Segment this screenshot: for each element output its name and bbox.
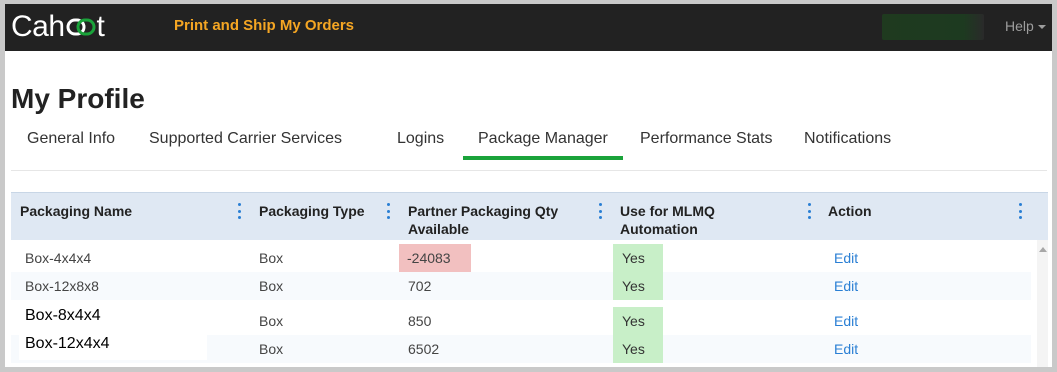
column-header-packaging-type[interactable]: Packaging Type bbox=[259, 202, 379, 220]
profile-tabs: General Info Supported Carrier Services … bbox=[5, 124, 1052, 172]
caret-down-icon bbox=[1037, 25, 1046, 30]
cell-mlmq: Yes bbox=[613, 272, 663, 300]
cell-packaging-name: Box-12x8x8 bbox=[25, 278, 99, 294]
table-row[interactable]: Box-4x4x4 Box -24083 Yes Edit bbox=[11, 244, 1031, 272]
edit-link[interactable]: Edit bbox=[834, 335, 858, 363]
tab-supported-carrier-services[interactable]: Supported Carrier Services bbox=[149, 130, 342, 148]
column-header-action[interactable]: Action bbox=[828, 202, 948, 220]
grid-header: Packaging Name Packaging Type Partner Pa… bbox=[11, 192, 1048, 240]
kebab-vertical-icon[interactable] bbox=[383, 203, 393, 219]
tab-notifications[interactable]: Notifications bbox=[804, 130, 891, 148]
active-tab-indicator bbox=[463, 156, 623, 160]
cell-packaging-name: Box-12x4x4 bbox=[25, 335, 110, 352]
link-chain-icon bbox=[66, 16, 96, 38]
edit-link[interactable]: Edit bbox=[834, 272, 858, 300]
column-header-partner-qty[interactable]: Partner Packaging Qty Available bbox=[408, 202, 578, 238]
cell-qty: 702 bbox=[408, 278, 432, 294]
column-header-mlmq-automation[interactable]: Use for MLMQ Automation bbox=[620, 202, 770, 238]
tab-package-manager[interactable]: Package Manager bbox=[478, 130, 608, 148]
cell-packaging-name: Box-8x4x4 bbox=[25, 307, 101, 324]
app-frame: Cah t Print and Ship My Orders Help My P… bbox=[0, 0, 1057, 372]
logo-text-right: t bbox=[96, 10, 105, 43]
package-grid: Packaging Name Packaging Type Partner Pa… bbox=[11, 192, 1048, 367]
kebab-vertical-icon[interactable] bbox=[234, 203, 244, 219]
scroll-up-arrow-icon[interactable] bbox=[1039, 247, 1047, 252]
tab-general-info[interactable]: General Info bbox=[27, 130, 115, 148]
cell-packaging-type: Box bbox=[259, 250, 284, 266]
pinned-name-overlay: Box-8x4x4 Box-12x4x4 bbox=[19, 300, 207, 360]
cell-qty-negative: -24083 bbox=[399, 244, 471, 272]
nav-print-ship-link[interactable]: Print and Ship My Orders bbox=[174, 17, 354, 35]
cahoot-logo[interactable]: Cah t bbox=[11, 10, 105, 44]
cell-packaging-type: Box bbox=[259, 313, 284, 329]
kebab-vertical-icon[interactable] bbox=[595, 203, 605, 219]
kebab-vertical-icon[interactable] bbox=[804, 203, 814, 219]
help-label: Help bbox=[1005, 18, 1034, 34]
cell-packaging-type: Box bbox=[259, 341, 284, 357]
tab-logins[interactable]: Logins bbox=[397, 130, 444, 148]
cell-mlmq: Yes bbox=[613, 335, 663, 363]
cell-mlmq: Yes bbox=[613, 244, 663, 272]
tabs-divider bbox=[11, 170, 1047, 171]
vertical-scrollbar[interactable] bbox=[1037, 240, 1048, 367]
cell-packaging-name: Box-4x4x4 bbox=[25, 250, 92, 266]
cell-mlmq: Yes bbox=[613, 307, 663, 335]
table-row[interactable]: Box-12x8x8 Box 702 Yes Edit bbox=[11, 272, 1031, 300]
top-navbar: Cah t Print and Ship My Orders Help bbox=[5, 4, 1052, 51]
page-title: My Profile bbox=[11, 83, 145, 114]
cell-qty: 850 bbox=[408, 313, 432, 329]
column-header-packaging-name[interactable]: Packaging Name bbox=[20, 202, 220, 220]
cell-packaging-type: Box bbox=[259, 278, 284, 294]
cell-qty: 6502 bbox=[408, 341, 440, 357]
logo-text-left: Cah bbox=[11, 10, 65, 43]
tab-performance-stats[interactable]: Performance Stats bbox=[640, 130, 773, 148]
edit-link[interactable]: Edit bbox=[834, 307, 858, 335]
edit-link[interactable]: Edit bbox=[834, 244, 858, 272]
kebab-vertical-icon[interactable] bbox=[1015, 203, 1025, 219]
help-menu[interactable]: Help bbox=[1005, 18, 1046, 34]
user-account-badge[interactable] bbox=[882, 14, 984, 40]
